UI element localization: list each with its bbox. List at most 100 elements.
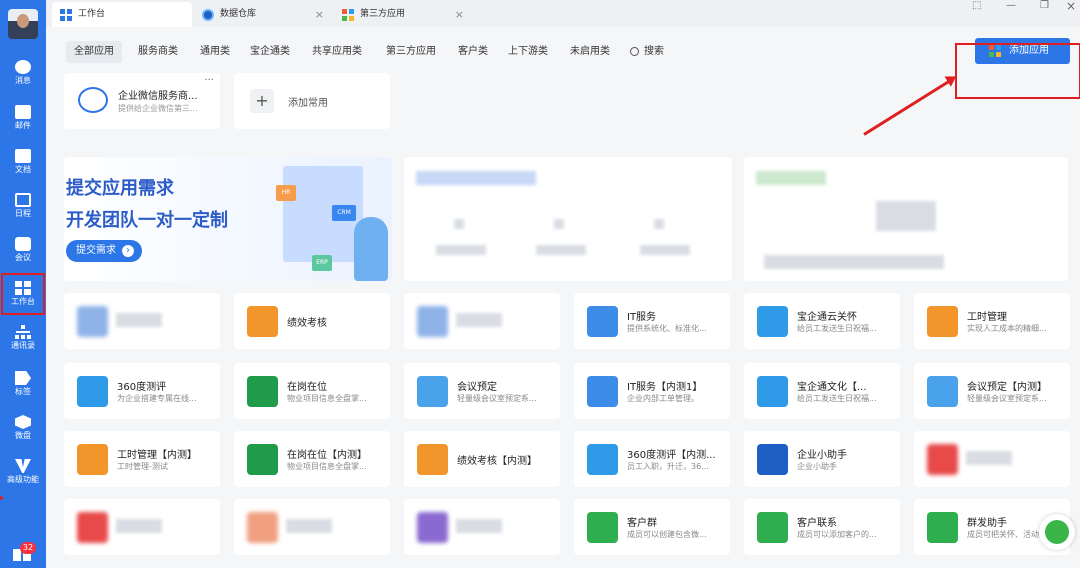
category-general[interactable]: 通用类 [192,41,238,63]
app-card[interactable]: IT服务【内测1】 企业内部工单管理。 [574,363,730,419]
app-card[interactable]: 客户群 成员可以创建包含微... [574,499,730,555]
app-card[interactable]: 在岗在位 物业项目信息全盘掌... [234,363,390,419]
restore-icon[interactable]: ❐ [1040,0,1049,12]
app-title: 宝企通文化【... [797,382,867,393]
app-card[interactable] [404,499,560,555]
app-card[interactable]: 宝企通文化【... 给员工发送生日祝福... [744,363,900,419]
app-card[interactable]: 360度测评【内测... 员工入职，升迁，36... [574,431,730,487]
sidebar-item-meeting[interactable]: 会议 [0,233,46,273]
app-card[interactable]: IT服务 提供系统化、标准化... [574,293,730,349]
advanced-icon [15,459,31,473]
app-desc: 轻量级会议室预定系... [457,394,537,403]
close-icon[interactable]: × [315,2,324,27]
search-button[interactable]: 搜索 [624,41,672,63]
blurred-text [116,519,162,533]
category-shared[interactable]: 共享应用类 [304,41,370,63]
app-card[interactable] [64,293,220,349]
app-card[interactable]: 会议预定 轻量级会议室预定系... [404,363,560,419]
app-card[interactable]: 在岗在位【内测】 物业项目信息全盘掌... [234,431,390,487]
close-icon[interactable]: × [455,2,464,27]
category-all[interactable]: 全部应用 [66,41,122,63]
pin-icon[interactable]: ⬚ [972,0,981,12]
app-icon [77,376,108,407]
crm-chip: CRM [332,205,356,221]
app-desc: 给员工发送生日祝福... [797,324,877,333]
app-icon [77,512,108,543]
sidebar-item-contacts[interactable]: 通讯录 [0,321,46,361]
banner[interactable]: 提交应用需求 开发团队一对一定制 提交需求 HR CRM ERP [64,157,392,281]
sidebar-item-doc[interactable]: 文档 [0,145,46,185]
category-service-provider[interactable]: 服务商类 [130,41,186,63]
app-title: 客户群 [627,518,657,529]
favorite-app-card[interactable]: 企业微信服务商... 提供给企业微信第三... ··· [64,73,220,129]
sidebar-item-label: 高级功能 [7,475,39,484]
calendar-icon [15,193,31,207]
app-card[interactable]: 360度测评 为企业搭建专属在线... [64,363,220,419]
sidebar-item-disk[interactable]: 微盘 [0,411,46,451]
banner-title: 提交应用需求 [66,178,174,199]
category-disabled[interactable]: 未启用类 [562,41,618,63]
app-card[interactable]: 工时管理【内测】 工时管理-测试 [64,431,220,487]
sidebar-item-label: 消息 [15,76,31,85]
category-baoqitong[interactable]: 宝企通类 [242,41,298,63]
app-title: 工时管理【内测】 [117,450,197,461]
minimize-icon[interactable]: — [1006,0,1016,12]
category-third-party[interactable]: 第三方应用 [378,41,444,63]
chat-icon [78,87,108,113]
tab-label: 数据仓库 [220,9,257,19]
app-card[interactable]: 绩效考核【内测】 [404,431,560,487]
left-rail: 消息 邮件 文档 日程 会议 工作台 通讯录 标签 微盘 高级功能 32 [0,0,46,568]
app-icon [417,444,448,475]
app-desc: 物业项目信息全盘掌... [287,394,367,403]
app-icon [247,306,278,337]
sidebar-item-message[interactable]: 消息 [0,56,46,96]
sidebar-item-mail[interactable]: 邮件 [0,101,46,141]
app-desc: 成员可把关怀、活动... [967,530,1047,539]
blurred-text [286,519,332,533]
app-card[interactable]: 会议预定【内测】 轻量级会议室预定系... [914,363,1070,419]
app-title: 工时管理 [967,312,1007,323]
avatar[interactable] [8,9,38,39]
app-card[interactable]: 工时管理 实现人工成本的精细... [914,293,1070,349]
app-title: 在岗在位 [287,382,327,393]
sidebar-item-tag[interactable]: 标签 [0,367,46,407]
app-title: 在岗在位【内测】 [287,450,367,461]
app-card[interactable] [64,499,220,555]
tab-bar: 工作台 数据仓库 × 第三方应用 × ⬚ — ❐ × [46,0,1080,27]
app-card[interactable] [404,293,560,349]
app-card[interactable] [234,499,390,555]
more-icon[interactable]: ··· [204,75,214,86]
app-desc: 轻量级会议室预定系... [967,394,1047,403]
app-title: IT服务 [627,312,657,323]
banner-subtitle: 开发团队一对一定制 [66,210,228,231]
app-icon [417,306,448,337]
app-title: 企业微信服务商... [118,91,198,102]
app-card[interactable]: 绩效考核 [234,293,390,349]
app-title: 360度测评【内测... [627,450,716,461]
app-icon [757,306,788,337]
app-title: 绩效考核 [287,318,327,329]
app-desc: 成员可以创建包含微... [627,530,707,539]
app-card[interactable]: 客户联系 成员可以添加客户的... [744,499,900,555]
app-title: 企业小助手 [797,450,847,461]
workbench-main: 全部应用 服务商类 通用类 宝企通类 共享应用类 第三方应用 客户类 上下游类 … [0,27,1080,568]
tab-third-party[interactable]: 第三方应用 × [334,2,470,27]
database-icon [202,9,214,21]
sidebar-item-calendar[interactable]: 日程 [0,189,46,229]
close-icon[interactable]: × [1066,0,1076,12]
category-supply-chain[interactable]: 上下游类 [500,41,556,63]
wifi-icon[interactable] [1039,514,1075,550]
app-title: 群发助手 [967,518,1007,529]
submit-request-button[interactable]: 提交需求 [66,240,142,262]
app-desc: 提供系统化、标准化... [627,324,707,333]
app-card[interactable]: 宝企通云关怀 给员工发送生日祝福... [744,293,900,349]
highlight-box [955,43,1080,99]
tab-workbench[interactable]: 工作台 [52,2,192,27]
category-customer[interactable]: 客户类 [450,41,496,63]
sidebar-item-advanced[interactable]: 高级功能 [0,455,46,495]
app-card[interactable]: 企业小助手 企业小助手 [744,431,900,487]
app-icon [342,9,354,21]
tab-data-warehouse[interactable]: 数据仓库 × [194,2,330,27]
add-favorite-card[interactable]: + 添加常用 [234,73,390,129]
app-card[interactable] [914,431,1070,487]
